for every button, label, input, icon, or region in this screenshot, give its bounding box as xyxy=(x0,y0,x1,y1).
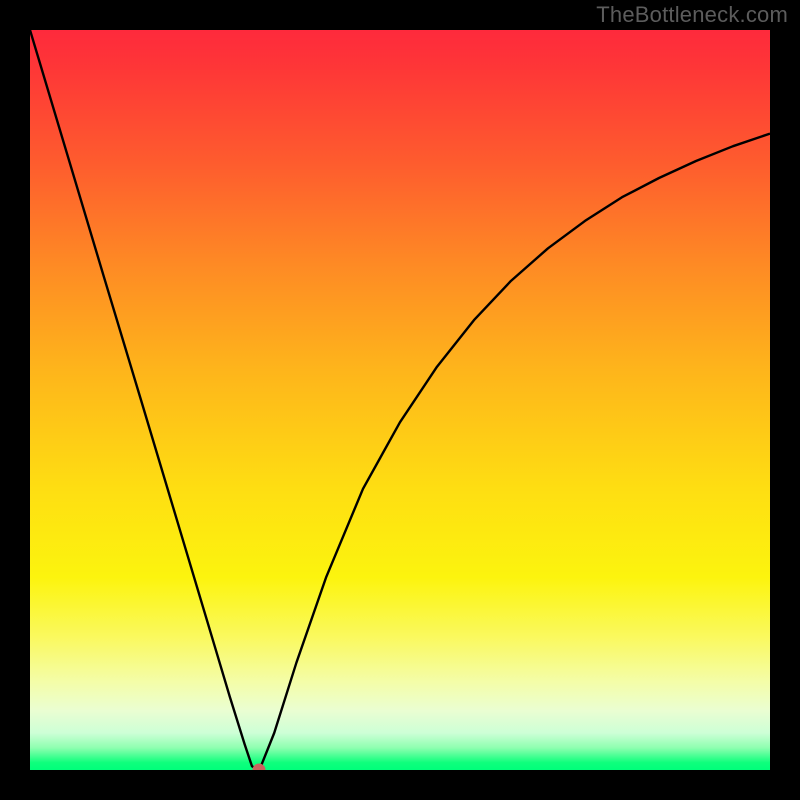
curve-svg xyxy=(30,30,770,770)
plot-area xyxy=(30,30,770,770)
bottleneck-curve xyxy=(30,30,770,770)
watermark-text: TheBottleneck.com xyxy=(596,2,788,28)
chart-frame: TheBottleneck.com xyxy=(0,0,800,800)
minimum-marker xyxy=(253,764,266,771)
